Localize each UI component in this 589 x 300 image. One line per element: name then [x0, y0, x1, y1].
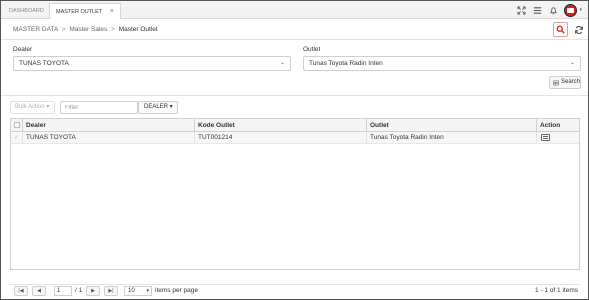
breadcrumb-separator: >	[61, 26, 66, 33]
select-all-checkbox[interactable]	[14, 122, 20, 128]
bulk-action-button[interactable]: Bulk Action ▾	[10, 101, 55, 114]
breadcrumb: MASTER DATA > Master Sales > Master Outl…	[13, 26, 158, 33]
cell-action	[537, 132, 579, 143]
avatar-icon[interactable]	[564, 3, 578, 17]
dealer-label: Dealer	[13, 46, 33, 53]
page-size-select[interactable]: 10 ▾	[124, 286, 152, 296]
chevron-down-icon: ⌄	[279, 60, 285, 66]
search-icon	[556, 25, 565, 34]
breadcrumb-master-sales[interactable]: Master Sales	[69, 26, 107, 33]
search-toggle-button[interactable]	[553, 22, 568, 37]
outlet-select[interactable]: Tunas Toyota Radin Inten ⌄	[303, 56, 581, 71]
breadcrumb-separator: >	[111, 26, 115, 33]
column-header-action: Action	[540, 122, 561, 129]
grid-header: Dealer Kode Outlet Outlet Action	[11, 119, 579, 132]
first-page-button[interactable]: |◀	[14, 286, 28, 296]
column-header-dealer[interactable]: Dealer	[23, 119, 195, 131]
breadcrumb-current: Master Outlet	[118, 26, 158, 33]
tab-master-outlet[interactable]: MASTER OUTLET ×	[49, 3, 121, 19]
dealer-select[interactable]: TUNAS TOYOTA ⌄	[13, 56, 291, 71]
select-all-cell	[11, 119, 23, 131]
close-tab-icon[interactable]: ×	[110, 4, 114, 20]
data-grid: Dealer Kode Outlet Outlet Action ✓ TUNAS…	[10, 118, 580, 270]
table-row[interactable]: ✓ TUNAS TOYOTA TUT001214 Tunas Toyota Ra…	[11, 132, 579, 144]
top-icons: ▾	[516, 3, 582, 17]
filter-input[interactable]	[60, 101, 138, 114]
page-number-input[interactable]: 1	[54, 286, 72, 296]
pager: |◀ ◀ 1 / 1 ▶ ▶| 10 ▾ items per page 1 - …	[10, 284, 580, 296]
breadcrumb-master-data[interactable]: MASTER DATA	[13, 26, 58, 33]
breadcrumb-bar: MASTER DATA > Master Sales > Master Outl…	[1, 20, 588, 40]
menu-icon[interactable]	[532, 5, 542, 15]
search-button-label: Search	[560, 79, 580, 85]
cell-kode-outlet: TUT001214	[195, 132, 367, 143]
dealer-filter-dropdown[interactable]: DEALER ▾	[138, 101, 178, 114]
last-page-button[interactable]: ▶|	[104, 286, 118, 296]
cell-dealer: TUNAS TOYOTA	[23, 132, 195, 143]
tab-master-outlet-label: MASTER OUTLET	[56, 9, 103, 15]
list-icon[interactable]	[541, 134, 550, 141]
column-header-kode-outlet[interactable]: Kode Outlet	[195, 119, 367, 131]
cell-outlet: Tunas Toyota Radin Inten	[367, 132, 537, 143]
avatar-caret-icon[interactable]: ▾	[579, 7, 582, 13]
top-bar: DASHBOARD MASTER OUTLET × ▾	[1, 1, 588, 19]
prev-page-button[interactable]: ◀	[32, 286, 46, 296]
section-divider	[1, 95, 588, 96]
items-summary: 1 - 1 of 1 items	[535, 287, 578, 294]
row-select-cell: ✓	[11, 132, 23, 143]
tab-dashboard[interactable]: DASHBOARD	[3, 3, 47, 19]
search-button[interactable]: Search	[549, 76, 581, 89]
page-count: / 1	[75, 287, 83, 294]
chevron-down-icon: ▾	[146, 288, 149, 294]
chevron-down-icon: ⌄	[569, 60, 575, 66]
refresh-icon	[574, 25, 583, 34]
bell-icon[interactable]	[548, 5, 558, 15]
row-checkbox[interactable]: ✓	[14, 132, 19, 144]
outlet-label: Outlet	[303, 46, 321, 53]
page-size-value: 10	[128, 288, 135, 294]
next-page-button[interactable]: ▶	[86, 286, 100, 296]
dealer-select-value: TUNAS TOYOTA	[19, 60, 69, 67]
refresh-button[interactable]	[573, 24, 584, 35]
outlet-select-value: Tunas Toyota Radin Inten	[309, 60, 383, 67]
table-icon	[553, 80, 559, 85]
page-size-label: items per page	[155, 287, 198, 294]
expand-icon[interactable]	[516, 5, 526, 15]
column-header-outlet[interactable]: Outlet	[367, 119, 537, 131]
